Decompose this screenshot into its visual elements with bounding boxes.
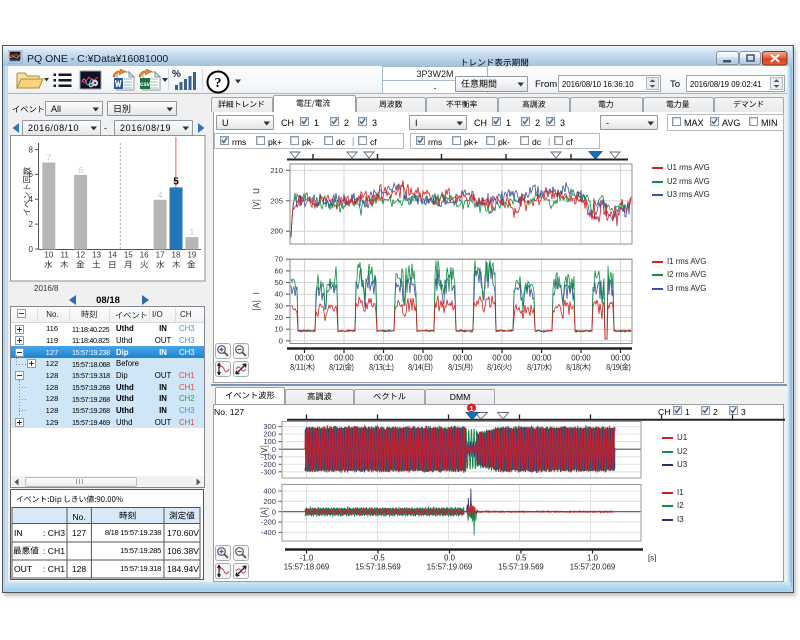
svg-text:200: 200 xyxy=(263,497,276,506)
svg-text:400: 400 xyxy=(263,487,276,496)
svg-text:-200: -200 xyxy=(261,518,276,527)
svg-text:[s]: [s] xyxy=(648,554,656,563)
svg-text:0.5: 0.5 xyxy=(516,554,528,563)
svg-text:15:57:19.569: 15:57:19.569 xyxy=(498,563,544,572)
svg-text:-0.5: -0.5 xyxy=(371,554,385,563)
svg-text:-300: -300 xyxy=(261,467,276,476)
svg-text:1.0: 1.0 xyxy=(587,554,599,563)
svg-text:15:57:18.569: 15:57:18.569 xyxy=(355,563,401,572)
svg-text:0.0: 0.0 xyxy=(444,554,456,563)
svg-text:15:57:18.069: 15:57:18.069 xyxy=(284,563,330,572)
svg-text:-400: -400 xyxy=(261,528,276,537)
svg-text:-1.0: -1.0 xyxy=(300,554,314,563)
svg-text:15:57:19.069: 15:57:19.069 xyxy=(427,563,473,572)
svg-text:15:57:20.069: 15:57:20.069 xyxy=(570,563,616,572)
